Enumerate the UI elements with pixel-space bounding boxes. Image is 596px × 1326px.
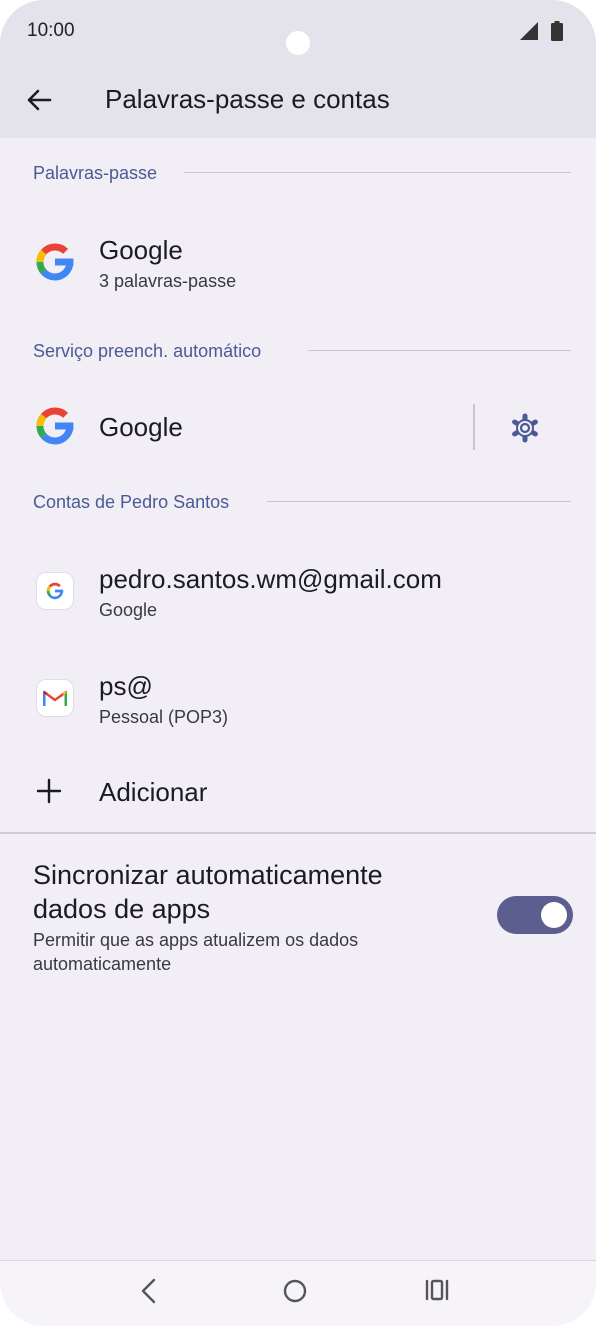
account-type: Pessoal (POP3) (99, 707, 229, 727)
divider-line (267, 501, 571, 502)
page-title: Palavras-passe e contas (105, 84, 390, 114)
navigation-bar (0, 1260, 596, 1326)
auto-sync-description: Permitir que as apps atualizem os dados … (33, 930, 359, 974)
divider-line (308, 350, 571, 351)
signal-icon (520, 22, 538, 40)
autofill-settings-button[interactable] (505, 408, 545, 448)
gmail-icon (37, 680, 73, 716)
status-bar: 10:00 (0, 0, 596, 62)
horizontal-divider (0, 832, 596, 834)
nav-back-icon[interactable] (138, 1277, 160, 1305)
add-account-label: Adicionar (99, 777, 208, 807)
google-account-icon (37, 573, 73, 609)
auto-sync-title: Sincronizar automaticamente dados de app… (33, 860, 383, 924)
password-count: 3 palavras-passe (99, 271, 237, 291)
auto-sync-toggle[interactable] (497, 896, 573, 934)
autofill-provider-title: Google (99, 412, 183, 442)
nav-recents-icon[interactable] (424, 1277, 450, 1303)
account-email: pedro.santos.wm@gmail.com (99, 564, 442, 594)
phone-screen: 10:00 Palavras-passe e contas Palavras-p… (0, 0, 596, 1326)
vertical-divider (473, 404, 475, 450)
account-name: ps@ (99, 671, 153, 701)
section-header-autofill: Serviço preench. automático (33, 341, 262, 361)
battery-icon (551, 21, 563, 41)
gear-icon (512, 413, 538, 443)
password-provider-title: Google (99, 235, 183, 265)
camera-cutout (286, 31, 310, 55)
section-header-accounts: Contas de Pedro Santos (33, 492, 230, 512)
arrow-back-icon (27, 89, 52, 111)
plus-icon (36, 778, 62, 804)
status-time: 10:00 (27, 20, 75, 41)
app-bar: Palavras-passe e contas (0, 62, 596, 138)
google-g-icon (36, 243, 74, 281)
back-button[interactable] (22, 80, 56, 120)
divider-line (184, 172, 571, 173)
google-g-icon (36, 407, 74, 445)
account-type: Google (99, 600, 158, 620)
toggle-thumb (541, 902, 567, 928)
section-header-passwords: Palavras-passe (33, 163, 158, 183)
nav-home-icon[interactable] (282, 1278, 308, 1304)
